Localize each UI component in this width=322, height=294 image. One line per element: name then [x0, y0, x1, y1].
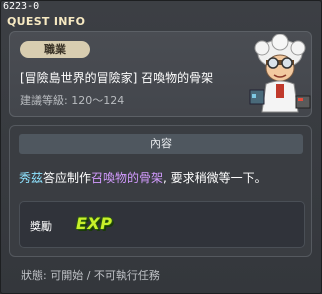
- window-title: QUEST INFO: [7, 15, 86, 28]
- npc-name: 秀茲: [19, 171, 44, 185]
- scientist-npc-icon: [249, 34, 311, 113]
- reward-label: 獎勵: [30, 220, 52, 233]
- item-name: 召喚物的骨架: [91, 171, 164, 185]
- exp-icon[interactable]: EXP: [76, 214, 113, 233]
- content-panel: 內容 秀茲答应制作召喚物的骨架, 要求稍微等一下。 獎勵 EXP: [9, 125, 312, 257]
- desc-text-end: , 要求稍微等一下。: [163, 171, 267, 185]
- recommended-level: 建議等級: 120～124: [20, 94, 125, 107]
- content-header: 內容: [19, 134, 303, 154]
- quest-description: 秀茲答应制作召喚物的骨架, 要求稍微等一下。: [19, 169, 267, 186]
- reward-box: 獎勵 EXP: [19, 201, 305, 248]
- desc-text: 答应制作: [43, 171, 92, 185]
- category-badge: 職業: [20, 41, 90, 58]
- status-text: 狀態: 可開始 / 不可執行任務: [21, 269, 160, 282]
- quest-header-panel: 職業 [冒險島世界的冒險家] 召喚物的骨架 建議等級: 120～124: [9, 31, 312, 117]
- title-bar[interactable]: QUEST INFO: [7, 10, 85, 29]
- quest-name: [冒險島世界的冒險家] 召喚物的骨架: [20, 71, 214, 85]
- quest-info-window: 6223-0 QUEST INFO 職業 [冒險島世界的冒險家] 召喚物的骨架 …: [0, 0, 322, 294]
